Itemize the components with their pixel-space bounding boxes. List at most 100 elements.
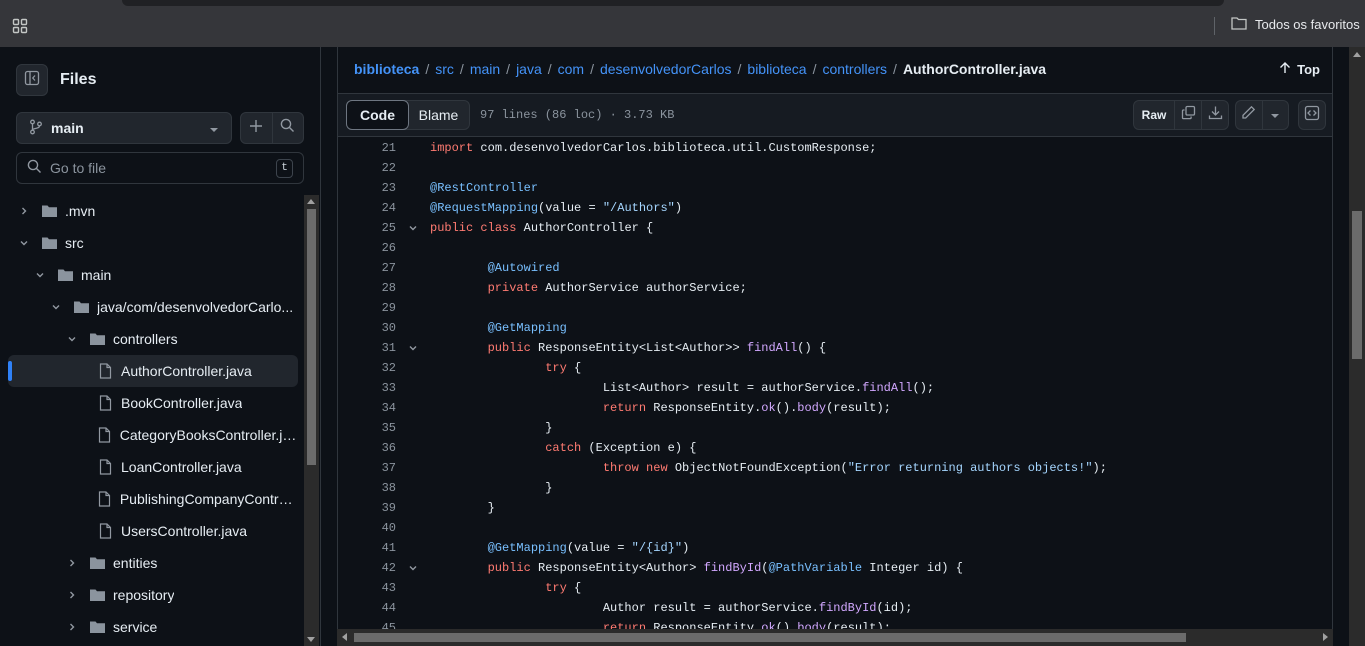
scroll-up-icon[interactable] [307, 199, 315, 204]
chevron-right-icon[interactable] [64, 619, 80, 635]
file-icon [96, 395, 114, 411]
tree-folder[interactable]: src [8, 227, 298, 259]
breadcrumb-link[interactable]: biblioteca [354, 61, 419, 77]
tree-folder[interactable]: controllers [8, 323, 298, 355]
tree-item-label: java/com/desenvolvedorCarlo... [97, 299, 294, 315]
fold-chevron-icon[interactable] [396, 563, 430, 573]
code-token: findAll [746, 341, 798, 355]
copy-raw-button[interactable] [1174, 101, 1201, 129]
line-number[interactable]: 28 [338, 281, 396, 295]
add-file-button[interactable] [241, 113, 272, 143]
chevron-right-icon[interactable] [16, 203, 32, 219]
line-number[interactable]: 34 [338, 401, 396, 415]
line-number[interactable]: 25 [338, 221, 396, 235]
breadcrumb-link[interactable]: src [435, 61, 454, 77]
line-number[interactable]: 31 [338, 341, 396, 355]
scroll-right-icon[interactable] [1323, 633, 1328, 641]
line-number[interactable]: 29 [338, 301, 396, 315]
breadcrumb-link[interactable]: main [470, 61, 500, 77]
code-horizontal-scrollbar[interactable] [337, 629, 1333, 646]
branch-name: main [51, 120, 84, 136]
edit-options-button[interactable] [1261, 101, 1288, 129]
line-number[interactable]: 23 [338, 181, 396, 195]
line-number[interactable]: 26 [338, 241, 396, 255]
chevron-down-icon[interactable] [16, 235, 32, 251]
tree-folder[interactable]: .mvn [8, 195, 298, 227]
breadcrumb-link[interactable]: com [558, 61, 584, 77]
go-to-file-input[interactable]: Go to file t [16, 152, 304, 184]
line-number[interactable]: 35 [338, 421, 396, 435]
line-number[interactable]: 37 [338, 461, 396, 475]
tree-item-label: UsersController.java [121, 523, 248, 539]
fold-chevron-icon[interactable] [396, 223, 430, 233]
line-number[interactable]: 38 [338, 481, 396, 495]
breadcrumb-current-file: AuthorController.java [902, 61, 1047, 77]
line-number[interactable]: 43 [338, 581, 396, 595]
breadcrumb-link[interactable]: java [516, 61, 542, 77]
scroll-left-icon[interactable] [342, 633, 347, 641]
line-number[interactable]: 44 [338, 601, 396, 615]
chevron-down-icon[interactable] [48, 299, 64, 315]
tree-folder[interactable]: repository [8, 579, 298, 611]
top-button[interactable]: Top [1279, 61, 1320, 77]
line-number[interactable]: 30 [338, 321, 396, 335]
sidebar-scroll-thumb[interactable] [307, 209, 316, 465]
search-code-button[interactable] [271, 113, 303, 143]
tree-folder[interactable]: java/com/desenvolvedorCarlo... [8, 291, 298, 323]
breadcrumb-separator: / [459, 61, 464, 77]
line-number[interactable]: 21 [338, 141, 396, 155]
symbols-panel-button[interactable] [1298, 100, 1326, 130]
tree-item-label: service [113, 619, 158, 635]
code-viewer[interactable]: 21 import com.desenvolvedorCarlos.bibliot… [338, 138, 1332, 629]
apps-grid-icon[interactable] [6, 12, 34, 40]
tab-code[interactable]: Code [346, 100, 409, 130]
page-scroll-thumb[interactable] [1352, 211, 1362, 359]
code-token: body [797, 621, 827, 629]
page-scrollbar[interactable] [1349, 47, 1365, 646]
sidebar-scrollbar[interactable] [304, 195, 319, 646]
branch-selector[interactable]: main [16, 112, 232, 144]
line-number[interactable]: 41 [338, 541, 396, 555]
line-number[interactable]: 33 [338, 381, 396, 395]
breadcrumb-link[interactable]: biblioteca [747, 61, 806, 77]
chevron-down-icon[interactable] [32, 267, 48, 283]
fold-chevron-icon[interactable] [396, 343, 430, 353]
chevron-right-icon[interactable] [64, 587, 80, 603]
line-number[interactable]: 42 [338, 561, 396, 575]
tree-folder[interactable]: main [8, 259, 298, 291]
tree-file[interactable]: PublishingCompanyControll... [8, 483, 298, 515]
breadcrumb-link[interactable]: controllers [822, 61, 887, 77]
horizontal-scroll-thumb[interactable] [354, 633, 1186, 642]
line-number[interactable]: 39 [338, 501, 396, 515]
collapse-sidebar-button[interactable] [16, 64, 48, 96]
line-number[interactable]: 45 [338, 621, 396, 629]
all-bookmarks-button[interactable]: Todos os favoritos [1231, 16, 1360, 33]
line-number[interactable]: 24 [338, 201, 396, 215]
tree-file[interactable]: CategoryBooksController.java [8, 419, 298, 451]
file-view: biblioteca / src / main / java / com / desenvolved… [337, 47, 1333, 646]
tree-folder[interactable]: entities [8, 547, 298, 579]
tree-item-label: CategoryBooksController.java [119, 427, 298, 443]
chevron-right-icon[interactable] [64, 555, 80, 571]
raw-button[interactable]: Raw [1134, 101, 1174, 129]
tree-file[interactable]: LoanController.java [8, 451, 298, 483]
line-number[interactable]: 36 [338, 441, 396, 455]
scroll-down-icon[interactable] [307, 637, 315, 642]
tree-file[interactable]: UsersController.java [8, 515, 298, 547]
download-button[interactable] [1201, 101, 1228, 129]
tree-file[interactable]: BookController.java [8, 387, 298, 419]
line-number[interactable]: 32 [338, 361, 396, 375]
sidebar-title: Files [60, 71, 97, 88]
line-number[interactable]: 40 [338, 521, 396, 535]
tab-blame[interactable]: Blame [408, 101, 469, 129]
breadcrumb-link[interactable]: desenvolvedorCarlos [600, 61, 732, 77]
scroll-up-icon[interactable] [1353, 52, 1361, 57]
tree-file[interactable]: AuthorController.java [8, 355, 298, 387]
tree-folder[interactable]: service [8, 611, 298, 643]
edit-file-button[interactable] [1236, 101, 1262, 129]
line-number[interactable]: 22 [338, 161, 396, 175]
code-token: { [566, 361, 582, 375]
line-number[interactable]: 27 [338, 261, 396, 275]
chevron-down-icon[interactable] [64, 331, 80, 347]
